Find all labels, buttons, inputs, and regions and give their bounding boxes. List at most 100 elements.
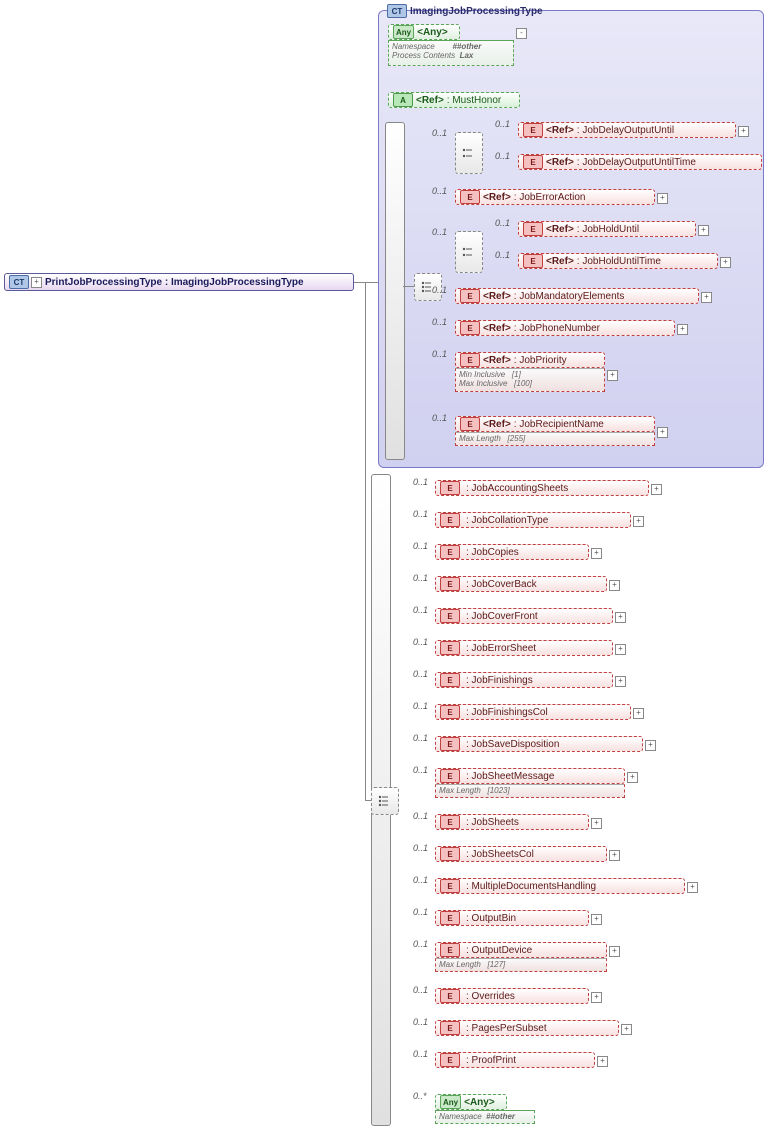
cardinality: 0..1 bbox=[432, 128, 447, 138]
e-badge-icon: E bbox=[440, 911, 460, 925]
ct-badge-icon: CT bbox=[387, 4, 407, 18]
ref-name: : JobFinishings bbox=[466, 675, 533, 686]
e-badge-icon: E bbox=[460, 321, 480, 335]
expand-icon[interactable]: + bbox=[591, 992, 602, 1003]
ref-jobsavedisposition[interactable]: E: JobSaveDisposition bbox=[435, 736, 643, 752]
ref-jobmandatoryelements[interactable]: E<Ref> : JobMandatoryElements bbox=[455, 288, 699, 304]
expand-icon[interactable]: - bbox=[516, 28, 527, 39]
any-element[interactable]: Any <Any> bbox=[388, 24, 460, 40]
ref-name: : JobSheets bbox=[466, 817, 519, 828]
e-badge-icon: E bbox=[440, 847, 460, 861]
ref-joberrorsheet[interactable]: E: JobErrorSheet bbox=[435, 640, 613, 656]
expand-icon[interactable]: + bbox=[633, 516, 644, 527]
ref-pagespersubset[interactable]: E: PagesPerSubset bbox=[435, 1020, 619, 1036]
ref-jobcoverback[interactable]: E: JobCoverBack bbox=[435, 576, 607, 592]
expand-icon[interactable]: + bbox=[657, 427, 668, 438]
ref-outputbin[interactable]: E: OutputBin bbox=[435, 910, 589, 926]
expand-icon[interactable]: + bbox=[738, 126, 749, 137]
expand-icon[interactable]: + bbox=[609, 946, 620, 957]
panel-title-label: ImagingJobProcessingType bbox=[410, 6, 543, 17]
expand-icon[interactable]: + bbox=[677, 324, 688, 335]
e-badge-icon: E bbox=[523, 123, 543, 137]
cardinality: 0..1 bbox=[413, 985, 428, 995]
e-badge-icon: E bbox=[460, 353, 480, 367]
e-badge-icon: E bbox=[440, 815, 460, 829]
expand-icon[interactable]: + bbox=[609, 850, 620, 861]
ref-jobaccountingsheets[interactable]: E: JobAccountingSheets bbox=[435, 480, 649, 496]
e-badge-icon: E bbox=[523, 254, 543, 268]
e-badge-icon: E bbox=[440, 705, 460, 719]
ref-label: <Ref> bbox=[546, 157, 574, 168]
expand-icon[interactable]: + bbox=[627, 772, 638, 783]
ref-jobcoverfront[interactable]: E: JobCoverFront bbox=[435, 608, 613, 624]
ref-jobholduntiltime[interactable]: E<Ref> : JobHoldUntilTime bbox=[518, 253, 718, 269]
expand-icon[interactable]: + bbox=[591, 914, 602, 925]
ref-label: <Ref> bbox=[483, 323, 511, 334]
e-badge-icon: E bbox=[440, 879, 460, 893]
ref-jobphonenumber[interactable]: E<Ref> : JobPhoneNumber bbox=[455, 320, 675, 336]
e-badge-icon: E bbox=[440, 1021, 460, 1035]
attribute-musthonor[interactable]: A <Ref> : MustHonor bbox=[388, 92, 520, 108]
ref-outputdevice[interactable]: E: OutputDevice bbox=[435, 942, 607, 958]
ref-label: <Ref> bbox=[483, 192, 511, 203]
expand-icon[interactable]: + bbox=[615, 644, 626, 655]
ref-proofprint[interactable]: E: ProofPrint bbox=[435, 1052, 595, 1068]
expand-icon[interactable]: + bbox=[609, 580, 620, 591]
a-badge-icon: A bbox=[393, 93, 413, 107]
expand-icon[interactable]: + bbox=[607, 370, 618, 381]
expand-icon[interactable]: + bbox=[645, 740, 656, 751]
complextype-root[interactable]: CT + PrintJobProcessingType : ImagingJob… bbox=[4, 273, 354, 291]
cardinality: 0..1 bbox=[432, 227, 447, 237]
expand-icon[interactable]: + bbox=[615, 612, 626, 623]
ref-overrides[interactable]: E: Overrides bbox=[435, 988, 589, 1004]
attr-val: : MustHonor bbox=[447, 95, 501, 106]
any-element[interactable]: Any <Any> bbox=[435, 1094, 507, 1110]
expand-icon[interactable]: + bbox=[698, 225, 709, 236]
cardinality: 0..1 bbox=[413, 1017, 428, 1027]
ref-multipledocumentshandling[interactable]: E: MultipleDocumentsHandling bbox=[435, 878, 685, 894]
cardinality: 0..1 bbox=[413, 733, 428, 743]
ref-jobdelayoutputuntil[interactable]: E<Ref> : JobDelayOutputUntil bbox=[518, 122, 736, 138]
expand-icon[interactable]: + bbox=[720, 257, 731, 268]
expand-icon[interactable]: + bbox=[701, 292, 712, 303]
expand-icon[interactable]: + bbox=[615, 676, 626, 687]
cardinality: 0..1 bbox=[413, 477, 428, 487]
cardinality: 0..1 bbox=[495, 119, 510, 129]
ref-jobcollationtype[interactable]: E: JobCollationType bbox=[435, 512, 631, 528]
e-badge-icon: E bbox=[440, 545, 460, 559]
ct-badge-icon: CT bbox=[9, 275, 29, 289]
e-badge-icon: E bbox=[460, 190, 480, 204]
ref-name: : JobMandatoryElements bbox=[514, 291, 625, 302]
expand-icon[interactable]: + bbox=[621, 1024, 632, 1035]
meta-val: Lax bbox=[460, 51, 474, 60]
ref-joberroraction[interactable]: E<Ref> : JobErrorAction bbox=[455, 189, 655, 205]
e-badge-icon: E bbox=[440, 513, 460, 527]
ref-jobsheets[interactable]: E : JobSheets bbox=[435, 814, 589, 830]
expand-icon[interactable]: + bbox=[597, 1056, 608, 1067]
ref-jobfinishings[interactable]: E: JobFinishings bbox=[435, 672, 613, 688]
ref-jobfinishingscol[interactable]: E : JobFinishingsCol bbox=[435, 704, 631, 720]
expand-icon[interactable]: + bbox=[687, 882, 698, 893]
expand-icon[interactable]: + bbox=[651, 484, 662, 495]
expand-icon[interactable]: + bbox=[31, 277, 42, 288]
ref-jobsheetscol[interactable]: E: JobSheetsCol bbox=[435, 846, 607, 862]
ref-jobholduntil[interactable]: E<Ref> : JobHoldUntil bbox=[518, 221, 696, 237]
any-badge-icon: Any bbox=[440, 1095, 461, 1109]
ref-jobsheetmessage[interactable]: E: JobSheetMessage bbox=[435, 768, 625, 784]
choice-compositor-icon bbox=[455, 231, 483, 273]
ref-name: : JobRecipientName bbox=[514, 419, 604, 430]
e-badge-icon: E bbox=[440, 641, 460, 655]
cardinality: 0..1 bbox=[413, 541, 428, 551]
expand-icon[interactable]: + bbox=[591, 818, 602, 829]
ref-name: : ProofPrint bbox=[466, 1055, 516, 1066]
expand-icon[interactable]: + bbox=[591, 548, 602, 559]
expand-icon[interactable]: + bbox=[657, 193, 668, 204]
ref-jobpriority[interactable]: E<Ref> : JobPriority bbox=[455, 352, 605, 368]
ref-name: : JobAccountingSheets bbox=[466, 483, 568, 494]
ref-jobcopies[interactable]: E: JobCopies bbox=[435, 544, 589, 560]
ref-jobdelayoutputuntiltime[interactable]: E<Ref> : JobDelayOutputUntilTime bbox=[518, 154, 762, 170]
ref-jobrecipientname[interactable]: E<Ref> : JobRecipientName bbox=[455, 416, 655, 432]
expand-icon[interactable]: + bbox=[633, 708, 644, 719]
e-badge-icon: E bbox=[523, 155, 543, 169]
ref-name: : JobFinishingsCol bbox=[466, 707, 548, 718]
